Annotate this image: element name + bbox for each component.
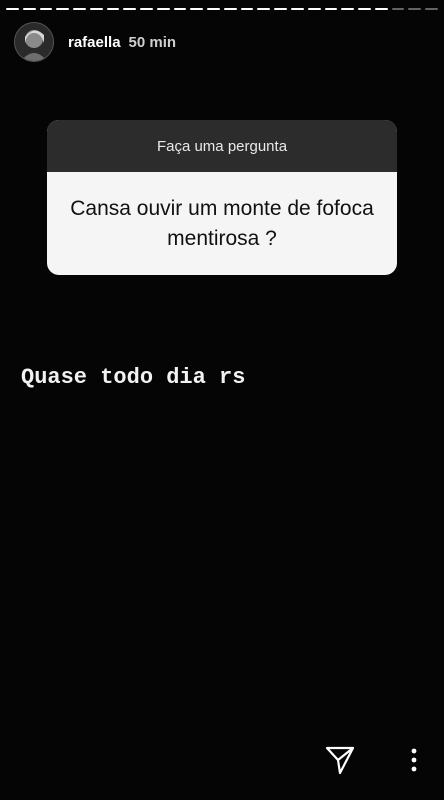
progress-segment [156,8,170,10]
progress-segment [341,8,355,10]
avatar-image [15,23,53,61]
progress-segment [324,8,338,10]
username[interactable]: rafaella [68,34,121,51]
progress-segment [73,8,86,10]
progress-segment [106,8,120,10]
question-sticker[interactable]: Faça uma pergunta Cansa ouvir um monte d… [47,120,397,275]
story-answer-text: Quase todo dia rs [21,365,246,390]
progress-segment [257,8,271,10]
progress-segment [391,8,405,10]
progress-segment [190,8,204,10]
progress-segment [374,8,388,10]
story-header: rafaella 50 min [14,22,176,62]
post-time: 50 min [128,33,177,51]
progress-segment [291,8,304,10]
progress-segment [240,8,254,10]
question-sticker-text: Cansa ouvir um monte de fofoca mentirosa… [70,196,374,250]
progress-segment [274,8,288,10]
progress-segment [207,8,220,10]
story-progress-bar [6,8,438,10]
progress-segment [408,8,422,10]
progress-segment [6,8,19,10]
progress-segment [123,8,137,10]
progress-segment [56,8,70,10]
progress-segment [22,8,36,10]
progress-segment [140,8,153,10]
send-icon[interactable] [324,744,356,776]
progress-segment [223,8,237,10]
progress-segment [425,8,438,10]
more-options-icon[interactable] [404,746,424,774]
avatar[interactable] [14,22,54,62]
progress-segment [173,8,187,10]
progress-segment [89,8,103,10]
progress-segment [39,8,53,10]
question-sticker-header: Faça uma pergunta [47,120,397,172]
progress-segment [307,8,321,10]
progress-segment [358,8,371,10]
